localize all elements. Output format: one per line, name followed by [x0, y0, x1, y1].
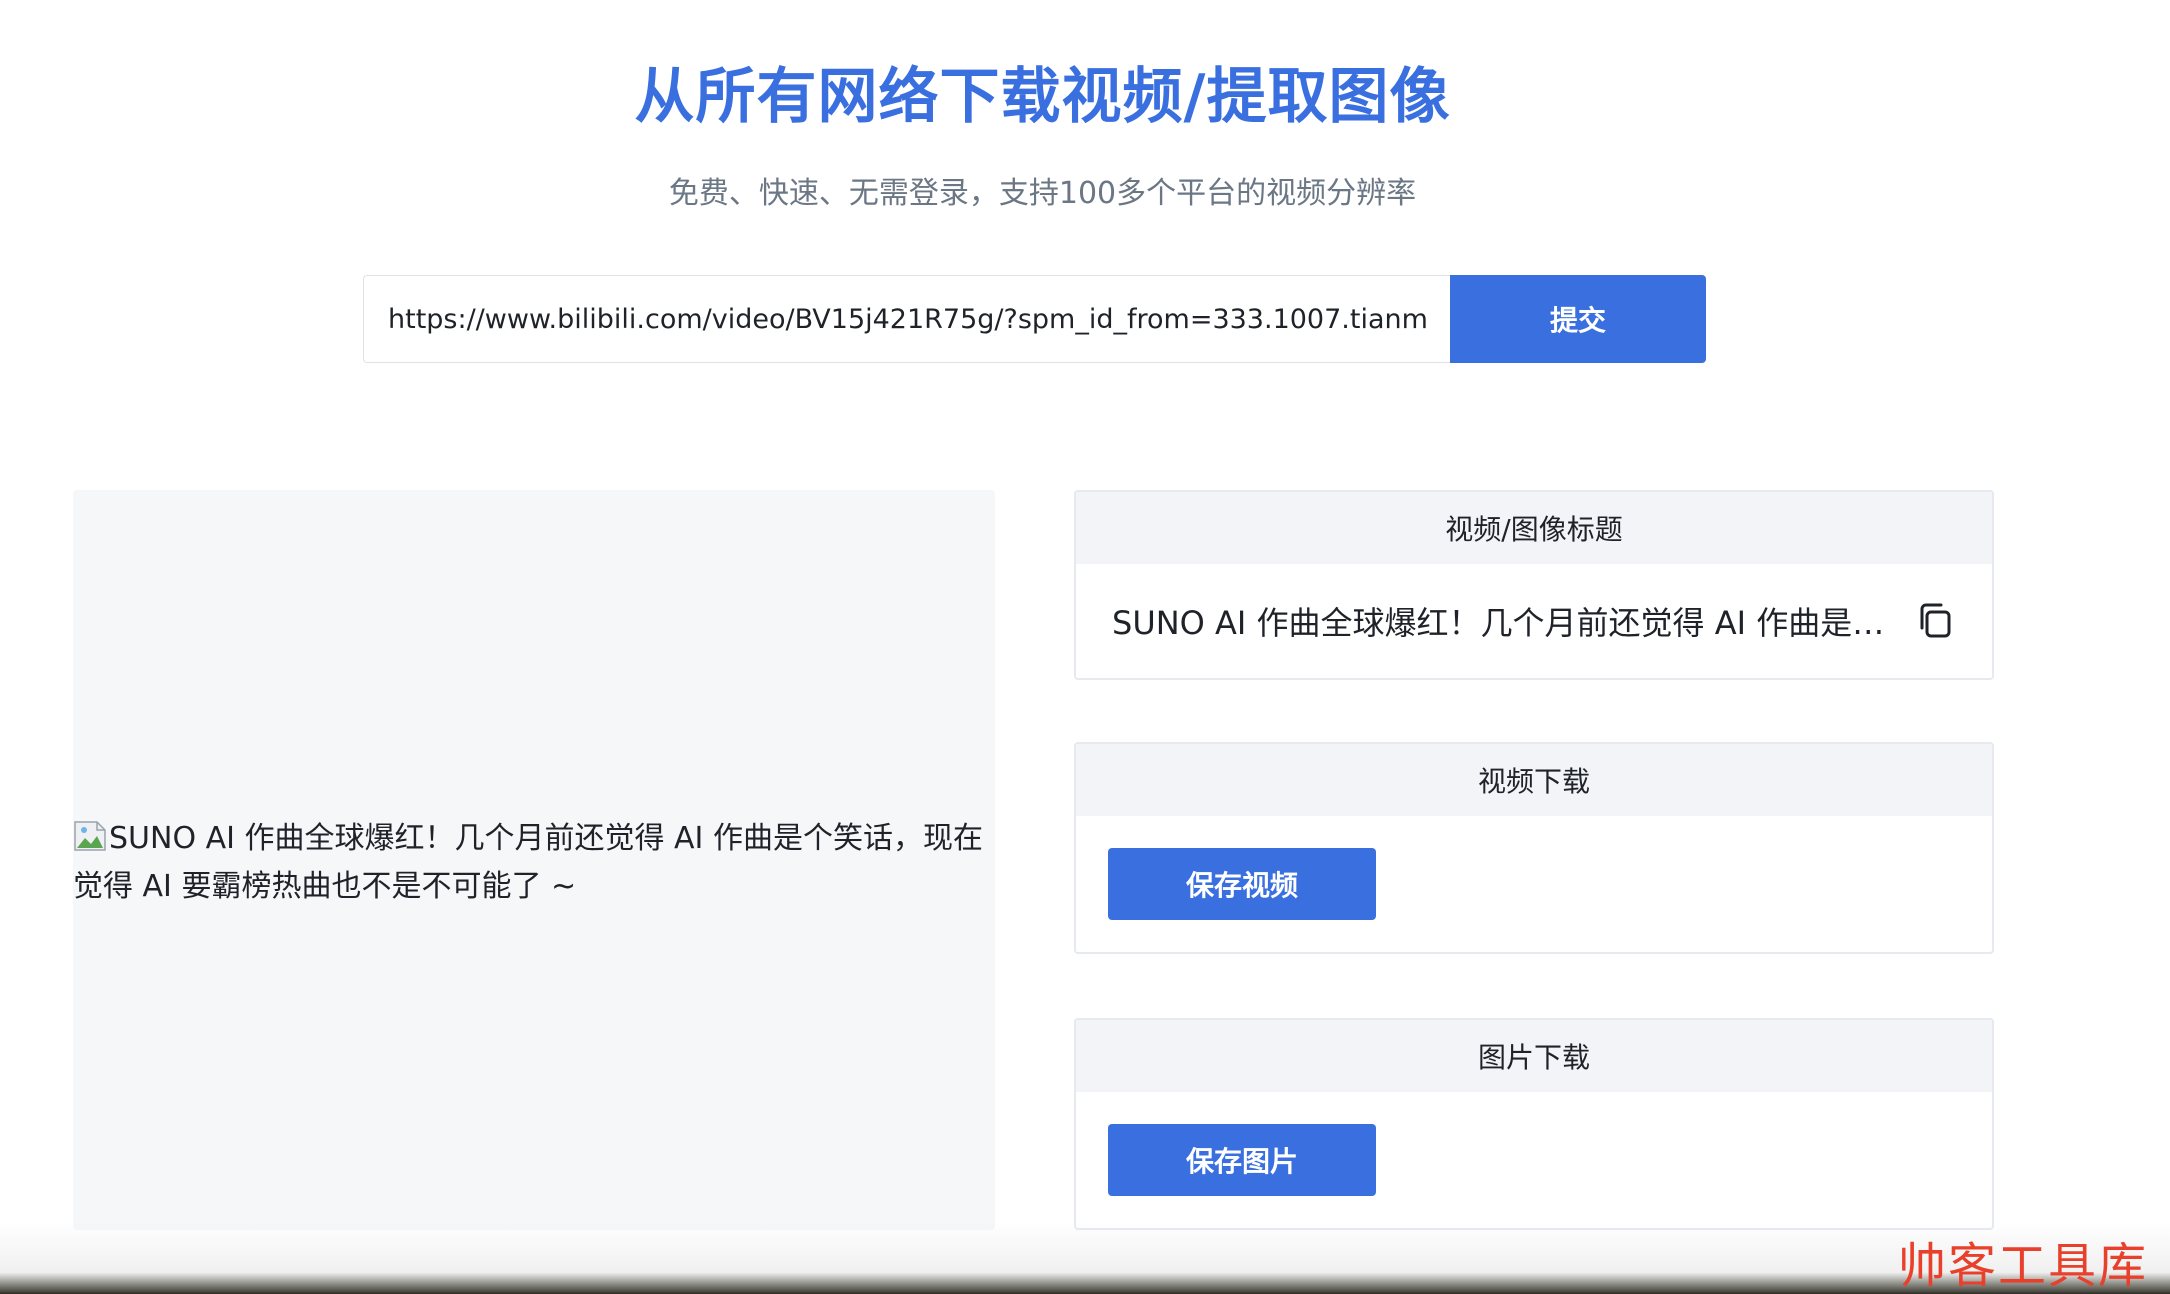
video-download-card: 视频下载 保存视频	[1074, 742, 1994, 954]
title-card: 视频/图像标题 SUNO AI 作曲全球爆红！几个月前还觉得 AI 作曲是个笑话…	[1074, 490, 1994, 680]
video-download-header: 视频下载	[1076, 744, 1992, 816]
video-title: SUNO AI 作曲全球爆红！几个月前还觉得 AI 作曲是个笑话，现在觉得 AI…	[1112, 604, 1914, 642]
title-card-body: SUNO AI 作曲全球爆红！几个月前还觉得 AI 作曲是个笑话，现在觉得 AI…	[1076, 564, 1992, 678]
save-video-button[interactable]: 保存视频	[1108, 848, 1376, 920]
page: 从所有网络下载视频/提取图像 免费、快速、无需登录，支持100多个平台的视频分辨…	[0, 0, 2170, 1294]
preview-alt-text: SUNO AI 作曲全球爆红！几个月前还觉得 AI 作曲是个笑话，现在觉得 AI…	[73, 821, 983, 904]
search-form: 提交	[363, 275, 1706, 363]
image-download-card: 图片下载 保存图片	[1074, 1018, 1994, 1230]
page-title: 从所有网络下载视频/提取图像	[634, 62, 1451, 132]
image-download-header: 图片下载	[1076, 1020, 1992, 1092]
broken-image-icon	[73, 819, 107, 851]
save-image-button[interactable]: 保存图片	[1108, 1124, 1376, 1196]
watermark: 帅客工具库	[1897, 1238, 2148, 1294]
title-card-header: 视频/图像标题	[1076, 492, 1992, 564]
copy-icon[interactable]	[1914, 600, 1956, 642]
bottom-shade	[0, 1222, 2170, 1294]
media-preview: SUNO AI 作曲全球爆红！几个月前还觉得 AI 作曲是个笑话，现在觉得 AI…	[73, 490, 995, 1230]
preview-image: SUNO AI 作曲全球爆红！几个月前还觉得 AI 作曲是个笑话，现在觉得 AI…	[73, 815, 995, 911]
page-subtitle: 免费、快速、无需登录，支持100多个平台的视频分辨率	[668, 176, 1417, 211]
url-input[interactable]	[363, 275, 1450, 363]
submit-button[interactable]: 提交	[1450, 275, 1706, 363]
